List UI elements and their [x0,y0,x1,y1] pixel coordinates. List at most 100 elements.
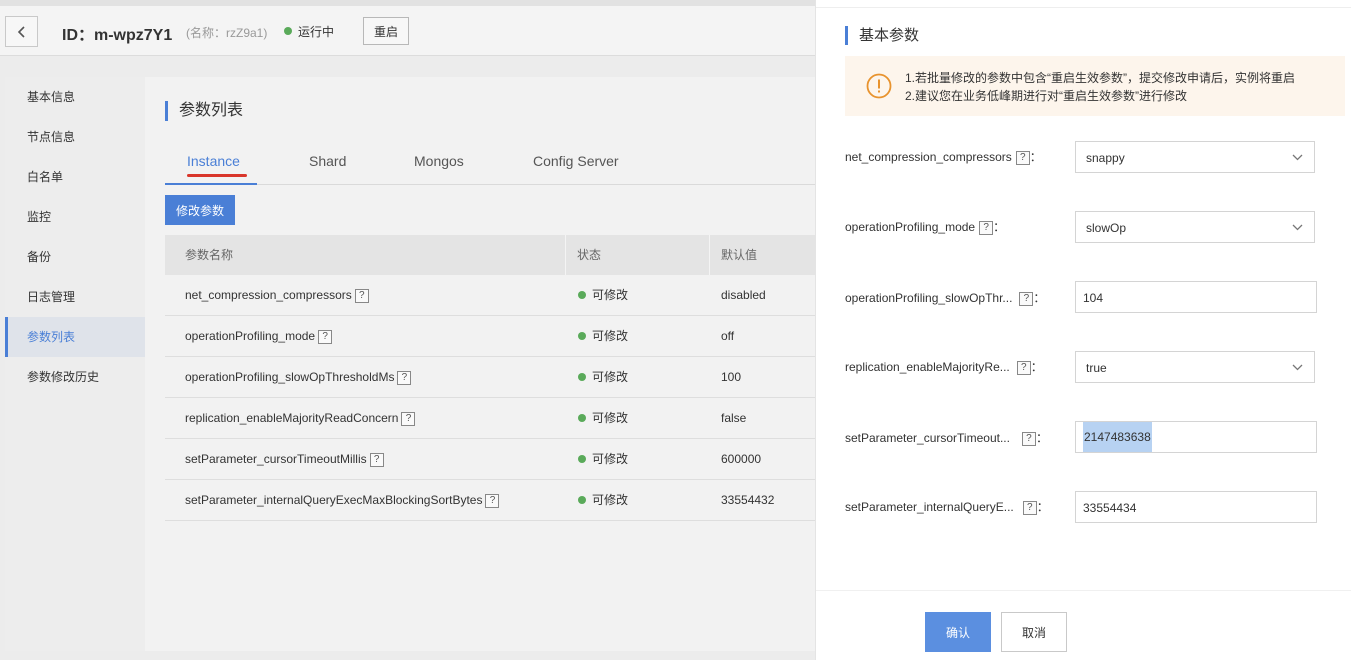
param-name: setParameter_cursorTimeoutMillis [185,452,367,466]
field-label-text: operationProfiling_mode [845,220,976,234]
field-colon: ： [1030,360,1043,374]
back-button[interactable] [5,16,38,47]
restart-button[interactable]: 重启 [363,17,409,45]
chevron-down-icon [1292,154,1303,161]
tab-instance[interactable]: Instance [187,153,240,169]
status-dot-icon [578,290,586,299]
drawer-title: 基本参数 [845,26,919,45]
param-status: 可修改 [592,493,629,507]
param-name: operationProfiling_mode [185,329,316,343]
param-name: operationProfiling_slowOpThresholdMs [185,370,395,384]
edit-params-drawer: 基本参数 1.若批量修改的参数中包含“重启生效参数”，提交修改申请后，实例将重启… [815,0,1351,660]
sidebar-item-params[interactable]: 参数列表 [5,317,145,357]
field-label-majority-read-concern: replication_enableMajorityRe...?： [845,358,1043,375]
chevron-down-icon [1292,224,1303,231]
warning-icon [866,73,892,99]
col-header-default: 默认值 [721,248,758,262]
field-label-profiling-mode: operationProfiling_mode?： [845,218,1005,235]
warning-notice: 1.若批量修改的参数中包含“重启生效参数”，提交修改申请后，实例将重启 2.建议… [845,56,1345,116]
param-status: 可修改 [592,452,629,466]
chevron-down-icon [1292,364,1303,371]
help-icon[interactable]: ? [354,288,369,303]
field-label-text: operationProfiling_slowOpThr... [845,291,1013,305]
param-name: setParameter_internalQueryExecMaxBlockin… [185,493,483,507]
notice-line-1: 1.若批量修改的参数中包含“重启生效参数”，提交修改申请后，实例将重启 [905,71,1296,85]
status-dot-icon [578,495,586,504]
profiling-mode-select[interactable]: slowOp [1075,211,1315,243]
modify-params-button[interactable]: 修改参数 [165,195,235,225]
max-blocking-sort-bytes-input[interactable]: 33554434 [1075,491,1317,523]
status-dot-icon [284,27,292,35]
col-header-name: 参数名称 [185,248,234,262]
sidebar: 基本信息 节点信息 白名单 监控 备份 日志管理 参数列表 参数修改历史 [5,77,145,651]
help-icon[interactable]: ? [401,411,416,426]
sidebar-item-whitelist[interactable]: 白名单 [5,157,145,197]
tab-active-indicator [165,183,257,185]
help-icon[interactable]: ? [318,329,333,344]
col-header-status: 状态 [577,248,602,262]
drawer-top-border [816,0,1351,8]
help-icon[interactable]: ? [1015,150,1030,165]
field-label-slow-op-threshold: operationProfiling_slowOpThr...?： [845,289,1045,306]
sidebar-item-param-history[interactable]: 参数修改历史 [5,357,145,397]
param-default: 33554432 [721,493,775,507]
tab-mongos[interactable]: Mongos [414,153,464,169]
slow-op-threshold-input[interactable]: 104 [1075,281,1317,313]
instance-id: ID：m-wpz7Y1 [62,27,173,44]
field-label-cursor-timeout: setParameter_cursorTimeout...?： [845,429,1048,446]
help-icon[interactable]: ? [1016,360,1031,375]
field-colon: ： [1029,150,1042,164]
field-label-text: setParameter_internalQueryE... [845,500,1014,514]
instance-status: 运行中 [298,25,335,39]
cancel-button[interactable]: 取消 [1001,612,1067,652]
col-divider [565,235,566,275]
param-name: net_compression_compressors [185,288,352,302]
param-default: 100 [721,370,742,384]
instance-page: ID：m-wpz7Y1 (名称：rzZ9a1) 运行中 重启 基本信息 节点信息… [0,0,815,660]
tab-active-marker [187,174,247,177]
field-colon: ： [1033,291,1046,305]
help-icon[interactable]: ? [1019,291,1034,306]
col-divider [709,235,710,275]
table-row: replication_enableMajorityReadConcern? 可… [165,398,815,439]
drawer-footer: 确认 取消 [816,590,1351,660]
input-value: 33554434 [1083,501,1137,515]
param-default: off [721,329,735,343]
tab-config-server[interactable]: Config Server [533,153,619,169]
help-icon[interactable]: ? [485,493,500,508]
select-value: snappy [1086,151,1125,165]
help-icon[interactable]: ? [1022,500,1037,515]
instance-header: ID：m-wpz7Y1 (名称：rzZ9a1) 运行中 重启 [0,6,815,56]
param-default: disabled [721,288,766,302]
status-dot-icon [578,413,586,422]
field-label-text: replication_enableMajorityRe... [845,360,1010,374]
help-icon[interactable]: ? [369,452,384,467]
sidebar-item-node-info[interactable]: 节点信息 [5,117,145,157]
majority-read-concern-select[interactable]: true [1075,351,1315,383]
sidebar-item-basic-info[interactable]: 基本信息 [5,77,145,117]
sidebar-item-backup[interactable]: 备份 [5,237,145,277]
field-colon: ： [1035,431,1048,445]
sidebar-item-monitor[interactable]: 监控 [5,197,145,237]
cursor-timeout-input[interactable]: 2147483638 [1075,421,1317,453]
net-compression-select[interactable]: snappy [1075,141,1315,173]
main-content: 参数列表 Instance Shard Mongos Config Server… [145,77,815,651]
help-icon[interactable]: ? [979,220,994,235]
table-row: net_compression_compressors? 可修改 disable… [165,275,815,316]
tab-shard[interactable]: Shard [309,153,346,169]
sidebar-item-logs[interactable]: 日志管理 [5,277,145,317]
help-icon[interactable]: ? [1021,431,1036,446]
field-label-max-blocking-sort-bytes: setParameter_internalQueryE...?： [845,498,1049,515]
instance-name: (名称：rzZ9a1) [186,26,268,40]
table-row: operationProfiling_slowOpThresholdMs? 可修… [165,357,815,398]
field-colon: ： [993,220,1006,234]
field-label-text: setParameter_cursorTimeout... [845,431,1010,445]
table-row: operationProfiling_mode? 可修改 off [165,316,815,357]
help-icon[interactable]: ? [397,370,412,385]
input-value-selected: 2147483638 [1083,422,1152,452]
select-value: true [1086,361,1107,375]
param-status: 可修改 [592,411,629,425]
field-colon: ： [1036,500,1049,514]
confirm-button[interactable]: 确认 [925,612,991,652]
param-default: 600000 [721,452,762,466]
